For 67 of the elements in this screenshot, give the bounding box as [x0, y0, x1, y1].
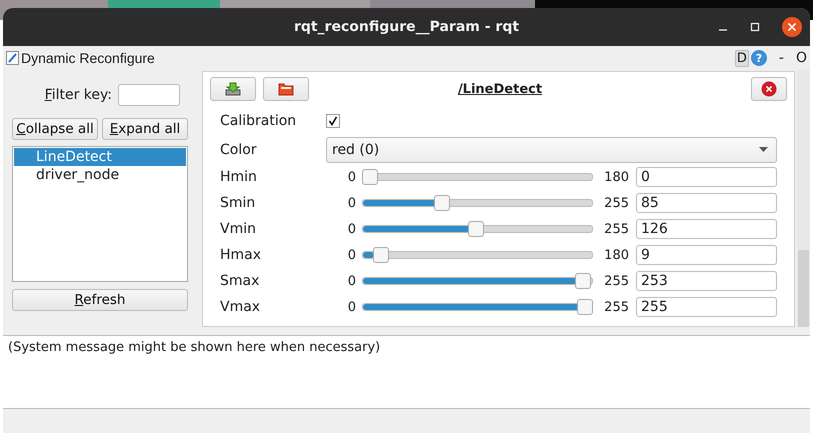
dropdown[interactable]: red (0) [326, 136, 777, 162]
node-title: /LineDetect [456, 82, 544, 96]
slider-thumb[interactable] [577, 299, 593, 315]
minimize-button[interactable]: - [778, 50, 784, 66]
close-icon [761, 81, 777, 97]
system-message: (System message might be shown here when necessary) [8, 340, 380, 355]
min-label: 0 [346, 196, 356, 210]
value-field[interactable]: 9 [636, 245, 777, 265]
scrollbar[interactable] [797, 70, 810, 327]
slider-thumb[interactable] [434, 195, 450, 211]
value-field[interactable]: 126 [636, 219, 777, 239]
slider[interactable] [362, 273, 593, 289]
max-label: 255 [603, 300, 629, 314]
plugin-title: Dynamic Reconfigure [21, 50, 155, 66]
max-label: 180 [603, 170, 629, 184]
max-label: 180 [603, 248, 629, 262]
min-label: 0 [346, 222, 356, 236]
min-label: 0 [346, 300, 356, 314]
value-field[interactable]: 85 [636, 193, 777, 213]
slider-thumb[interactable] [362, 169, 378, 185]
slider-thumb[interactable] [468, 221, 484, 237]
value-field[interactable]: 253 [636, 271, 777, 291]
max-label: 255 [603, 274, 629, 288]
check-icon [328, 116, 338, 126]
max-label: 255 [603, 222, 629, 236]
param-label: Smax [220, 273, 260, 289]
param-label: Vmax [220, 299, 262, 315]
param-label: Calibration [220, 112, 298, 128]
slider[interactable] [362, 195, 593, 211]
expand-all-button[interactable]: Expand all [102, 118, 188, 140]
close-button[interactable] [751, 77, 787, 101]
slider[interactable] [362, 247, 593, 263]
slider-thumb[interactable] [372, 247, 389, 263]
window-title: rqt_reconfigure__Param - rqt [294, 19, 520, 35]
node-item[interactable]: LineDetect [14, 148, 186, 166]
param-label: Hmax [220, 247, 262, 263]
slider[interactable] [362, 169, 593, 185]
checkbox[interactable] [326, 114, 340, 128]
save-button[interactable] [210, 77, 256, 101]
node-item[interactable]: driver_node [14, 166, 186, 184]
refresh-button[interactable]: Refresh [12, 289, 188, 311]
folder-icon [278, 82, 294, 96]
min-label: 0 [346, 170, 356, 184]
param-label: Color [220, 142, 258, 158]
slider-thumb[interactable] [575, 273, 592, 289]
load-button[interactable] [263, 77, 309, 101]
max-label: 255 [603, 196, 629, 210]
maximize-icon[interactable] [750, 22, 760, 32]
float-button[interactable]: O [796, 50, 807, 66]
param-label: Hmin [220, 169, 258, 185]
param-label: Smin [220, 195, 256, 211]
caret-icon [759, 147, 768, 152]
filter-label: Filter key: [44, 87, 112, 103]
filter-field[interactable] [118, 84, 180, 106]
d-button[interactable]: D [734, 50, 749, 66]
min-label: 0 [346, 274, 356, 288]
slider[interactable] [362, 299, 593, 315]
value-field[interactable]: 0 [636, 167, 777, 187]
param-label: Vmin [220, 221, 257, 237]
value-field[interactable]: 255 [636, 297, 777, 317]
collapse-all-button[interactable]: Collapse all [12, 118, 98, 140]
download-icon [225, 82, 241, 96]
dropdown-value: red (0) [332, 142, 380, 158]
pencil-icon [6, 51, 19, 65]
slider[interactable] [362, 221, 593, 237]
min-label: 0 [346, 248, 356, 262]
close-icon[interactable] [782, 17, 802, 37]
